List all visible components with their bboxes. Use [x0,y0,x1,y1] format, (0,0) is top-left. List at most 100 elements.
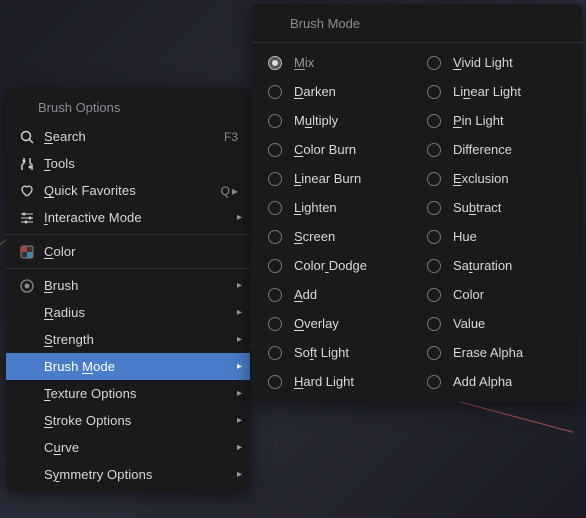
radius-submenu[interactable]: Radius▸ [6,299,250,326]
menu-item-label: Curve [38,440,240,455]
shortcut: Q▸ [221,184,240,198]
mode-add-alpha[interactable]: Add Alpha [417,367,576,396]
radio-icon [427,114,441,128]
mode-color-dodge[interactable]: Color Dodge [258,251,417,280]
radio-icon [427,230,441,244]
curve-submenu[interactable]: Curve▸ [6,434,250,461]
mode-color-burn[interactable]: Color Burn [258,135,417,164]
radio-label: Color [441,287,484,302]
radio-label: Saturation [441,258,512,273]
chevron-right-icon: ▸ [232,184,238,198]
mode-vivid-light[interactable]: Vivid Light [417,48,576,77]
interactive-mode-item[interactable]: Interactive Mode▸ [6,204,250,231]
texture-options-submenu[interactable]: Texture Options▸ [6,380,250,407]
chevron-right-icon: ▸ [237,212,242,223]
radio-icon [268,143,282,157]
mode-pin-light[interactable]: Pin Light [417,106,576,135]
mode-subtract[interactable]: Subtract [417,193,576,222]
radio-label: Hard Light [282,374,354,389]
chevron-right-icon: ▸ [237,415,242,426]
menu-header: Brush Options [6,92,250,123]
chevron-right-icon: ▸ [237,280,242,291]
mode-exclusion[interactable]: Exclusion [417,164,576,193]
radio-icon [268,85,282,99]
menu-item-label: Color [38,244,240,259]
mode-mix[interactable]: Mix [258,48,417,77]
radio-label: Overlay [282,316,339,331]
radio-label: Add [282,287,317,302]
radio-icon [268,288,282,302]
chevron-right-icon: ▸ [237,388,242,399]
heart-icon [16,183,38,199]
mode-screen[interactable]: Screen [258,222,417,251]
tools-item[interactable]: Tools [6,150,250,177]
mode-value[interactable]: Value [417,309,576,338]
brush-submenu[interactable]: Brush▸ [6,272,250,299]
radio-icon [268,346,282,360]
mode-saturation[interactable]: Saturation [417,251,576,280]
mode-darken[interactable]: Darken [258,77,417,106]
mode-soft-light[interactable]: Soft Light [258,338,417,367]
mode-hard-light[interactable]: Hard Light [258,367,417,396]
mode-linear-burn[interactable]: Linear Burn [258,164,417,193]
menu-item-label: Stroke Options [38,413,240,428]
radio-icon [427,317,441,331]
radio-icon [427,56,441,70]
menu-item-label: Tools [38,156,240,171]
tools-icon [16,156,38,172]
menu-item-label: Brush Mode [38,359,240,374]
menu-item-label: Symmetry Options [38,467,240,482]
radio-icon [427,288,441,302]
search-item[interactable]: SearchF3 [6,123,250,150]
radio-label: Soft Light [282,345,349,360]
radio-icon [268,201,282,215]
radio-icon [427,172,441,186]
shortcut: F3 [224,130,240,144]
radio-icon [268,114,282,128]
mode-multiply[interactable]: Multiply [258,106,417,135]
radio-label: Linear Burn [282,171,361,186]
symmetry-options-submenu[interactable]: Symmetry Options▸ [6,461,250,488]
mode-overlay[interactable]: Overlay [258,309,417,338]
radio-label: Screen [282,229,335,244]
radio-icon [427,346,441,360]
radio-label: Multiply [282,113,338,128]
radio-label: Difference [441,142,512,157]
strength-submenu[interactable]: Strength▸ [6,326,250,353]
submenu-header: Brush Mode [252,8,582,39]
brush-mode-submenu-panel: Brush Mode Mix Darken Multiply Color Burn Li… [252,4,582,402]
mode-difference[interactable]: Difference [417,135,576,164]
radio-icon [427,375,441,389]
radio-label: Erase Alpha [441,345,523,360]
mode-linear-light[interactable]: Linear Light [417,77,576,106]
brush-icon [16,278,38,294]
color-item[interactable]: Color [6,238,250,265]
favorites-item[interactable]: Quick FavoritesQ▸ [6,177,250,204]
menu-item-label: Quick Favorites [38,183,221,198]
radio-label: Mix [282,55,314,70]
mode-lighten[interactable]: Lighten [258,193,417,222]
search-icon [16,129,38,145]
brush-mode-submenu[interactable]: Brush Mode▸ [6,353,250,380]
sliders-icon [16,210,38,226]
mode-color[interactable]: Color [417,280,576,309]
radio-icon [427,85,441,99]
color-icon [16,244,38,260]
menu-item-label: Interactive Mode [38,210,240,225]
chevron-right-icon: ▸ [237,361,242,372]
menu-item-label: Texture Options [38,386,240,401]
menu-item-label: Brush [38,278,240,293]
radio-label: Color Burn [282,142,356,157]
radio-icon [427,143,441,157]
radio-icon [268,259,282,273]
mode-hue[interactable]: Hue [417,222,576,251]
chevron-right-icon: ▸ [237,469,242,480]
brush-options-menu: Brush Options SearchF3 Tools Quick Favorit… [6,88,250,492]
radio-label: Value [441,316,485,331]
mode-erase-alpha[interactable]: Erase Alpha [417,338,576,367]
stroke-options-submenu[interactable]: Stroke Options▸ [6,407,250,434]
radio-icon [427,259,441,273]
mode-add[interactable]: Add [258,280,417,309]
radio-label: Color Dodge [282,258,367,273]
divider [6,234,250,235]
